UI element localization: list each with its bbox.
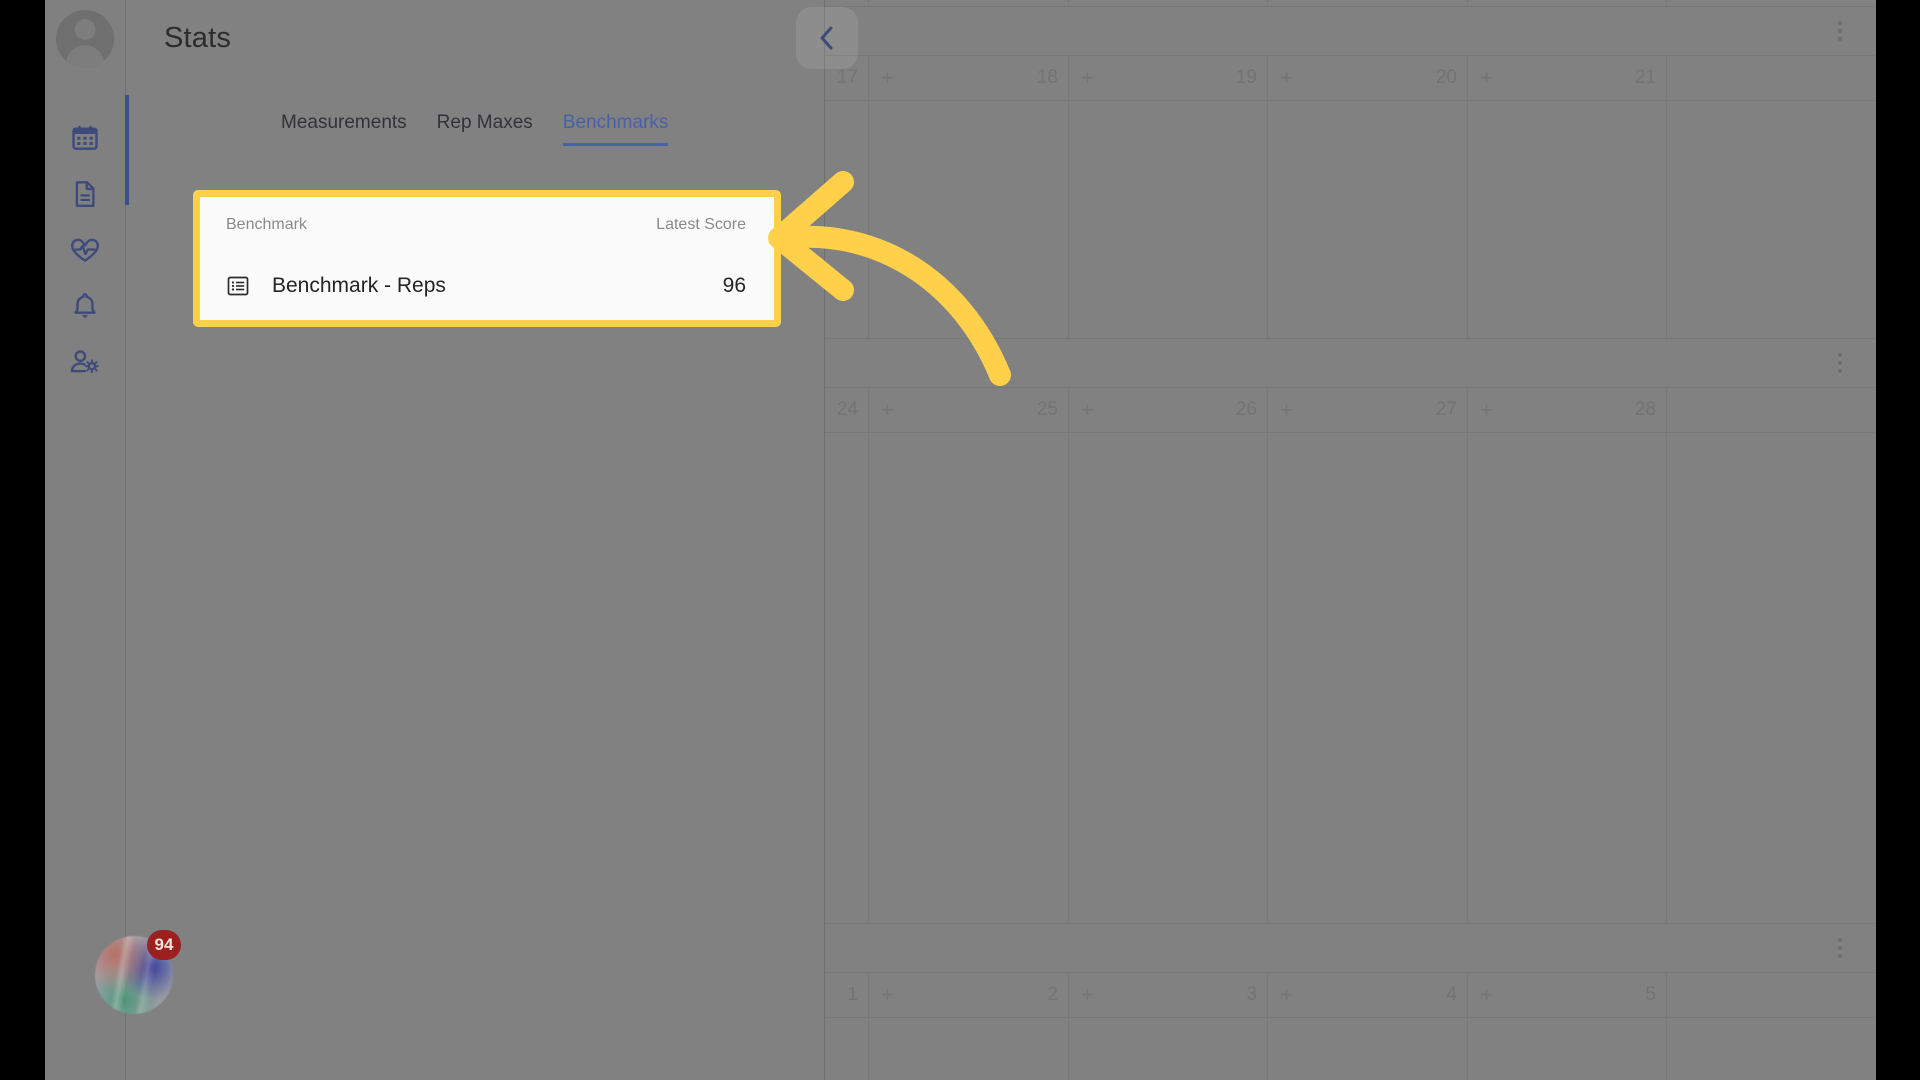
plus-icon[interactable]: + [1280, 984, 1293, 1006]
calendar-week-toolbar [825, 6, 1876, 56]
benchmark-card: Benchmark Latest Score Benchmark - Reps … [200, 197, 774, 320]
day-number: 17 [836, 67, 858, 88]
more-vertical-icon[interactable] [1838, 938, 1842, 958]
plus-icon[interactable]: + [881, 984, 894, 1006]
notification-badge: 94 [147, 930, 181, 960]
day-number: 26 [1235, 399, 1257, 420]
sidebar-icon-rail [45, 0, 125, 1080]
page-title: Stats [164, 22, 232, 54]
plus-icon[interactable]: + [1081, 984, 1094, 1006]
more-vertical-icon[interactable] [1838, 21, 1842, 41]
stats-tabs: Measurements Rep Maxes Benchmarks [281, 112, 668, 154]
tab-benchmarks[interactable]: Benchmarks [562, 112, 668, 154]
day-number: 19 [1235, 67, 1257, 88]
sidebar-item-notifications[interactable] [57, 278, 113, 334]
day-number: 3 [1246, 984, 1257, 1005]
avatar[interactable] [56, 10, 114, 68]
stats-panel: Stats Measurements Rep Maxes Benchmarks [125, 0, 858, 1080]
sidebar-item-health[interactable] [57, 222, 113, 278]
bell-icon [74, 293, 96, 319]
calendar-icon [72, 125, 98, 150]
day-number: 1 [847, 984, 858, 1005]
day-number: 21 [1634, 67, 1656, 88]
calendar-day-header-row: 24 + 25 + 26 + 27 + 28 [825, 388, 1876, 433]
calendar-day-header-row: 17 + 18 + 19 + 20 + 21 [825, 56, 1876, 101]
column-header-benchmark: Benchmark [226, 216, 307, 233]
day-number: 27 [1435, 399, 1457, 420]
benchmark-table-header: Benchmark Latest Score [200, 197, 774, 253]
calendar-cells-row [825, 101, 1876, 338]
plus-icon[interactable]: + [881, 399, 894, 421]
manage-users-icon [70, 350, 99, 373]
benchmark-card-highlight: Benchmark Latest Score Benchmark - Reps … [193, 190, 781, 327]
day-number: 18 [1036, 67, 1058, 88]
benchmark-score: 96 [722, 274, 746, 297]
column-header-latest-score: Latest Score [656, 216, 746, 233]
calendar-week-toolbar [825, 338, 1876, 388]
sidebar-item-documents[interactable] [57, 166, 113, 222]
day-number: 28 [1634, 399, 1656, 420]
plus-icon[interactable]: + [1280, 399, 1293, 421]
document-icon [75, 181, 95, 207]
day-number: 24 [836, 399, 858, 420]
day-number: 4 [1446, 984, 1457, 1005]
plus-icon[interactable]: + [1480, 67, 1493, 89]
sidebar-item-manage-users[interactable] [57, 334, 113, 390]
calendar-day-header-row: 1 + 2 + 3 + 4 + 5 [825, 973, 1876, 1018]
plus-icon[interactable]: + [881, 67, 894, 89]
day-number: 2 [1047, 984, 1058, 1005]
more-vertical-icon[interactable] [1838, 353, 1842, 373]
brand-logo-wrapper[interactable]: 94 [95, 930, 181, 1018]
table-row[interactable]: Benchmark - Reps 96 [200, 253, 774, 319]
heart-pulse-icon [71, 238, 99, 262]
active-nav-accent-bar [125, 95, 129, 205]
day-number: 20 [1435, 67, 1457, 88]
benchmark-name: Benchmark - Reps [272, 274, 446, 297]
calendar-week-toolbar [825, 923, 1876, 973]
tab-rep-maxes[interactable]: Rep Maxes [437, 112, 533, 154]
day-number: 25 [1036, 399, 1058, 420]
plus-icon[interactable]: + [1081, 67, 1094, 89]
chevron-left-icon [820, 26, 833, 50]
calendar-cells-row [825, 433, 1876, 923]
list-icon [226, 274, 256, 298]
day-number: 5 [1645, 984, 1656, 1005]
calendar-background: 17 + 18 + 19 + 20 + 21 24 + 25 + 26 + 27… [825, 0, 1876, 1080]
plus-icon[interactable]: + [1480, 984, 1493, 1006]
plus-icon[interactable]: + [1480, 399, 1493, 421]
plus-icon[interactable]: + [1081, 399, 1094, 421]
plus-icon[interactable]: + [1280, 67, 1293, 89]
tab-measurements[interactable]: Measurements [281, 112, 407, 154]
app-viewport: 17 + 18 + 19 + 20 + 21 24 + 25 + 26 + 27… [45, 0, 1876, 1080]
sidebar-item-calendar[interactable] [57, 110, 113, 166]
collapse-panel-button[interactable] [796, 7, 858, 69]
calendar-cells-row [825, 1018, 1876, 1080]
